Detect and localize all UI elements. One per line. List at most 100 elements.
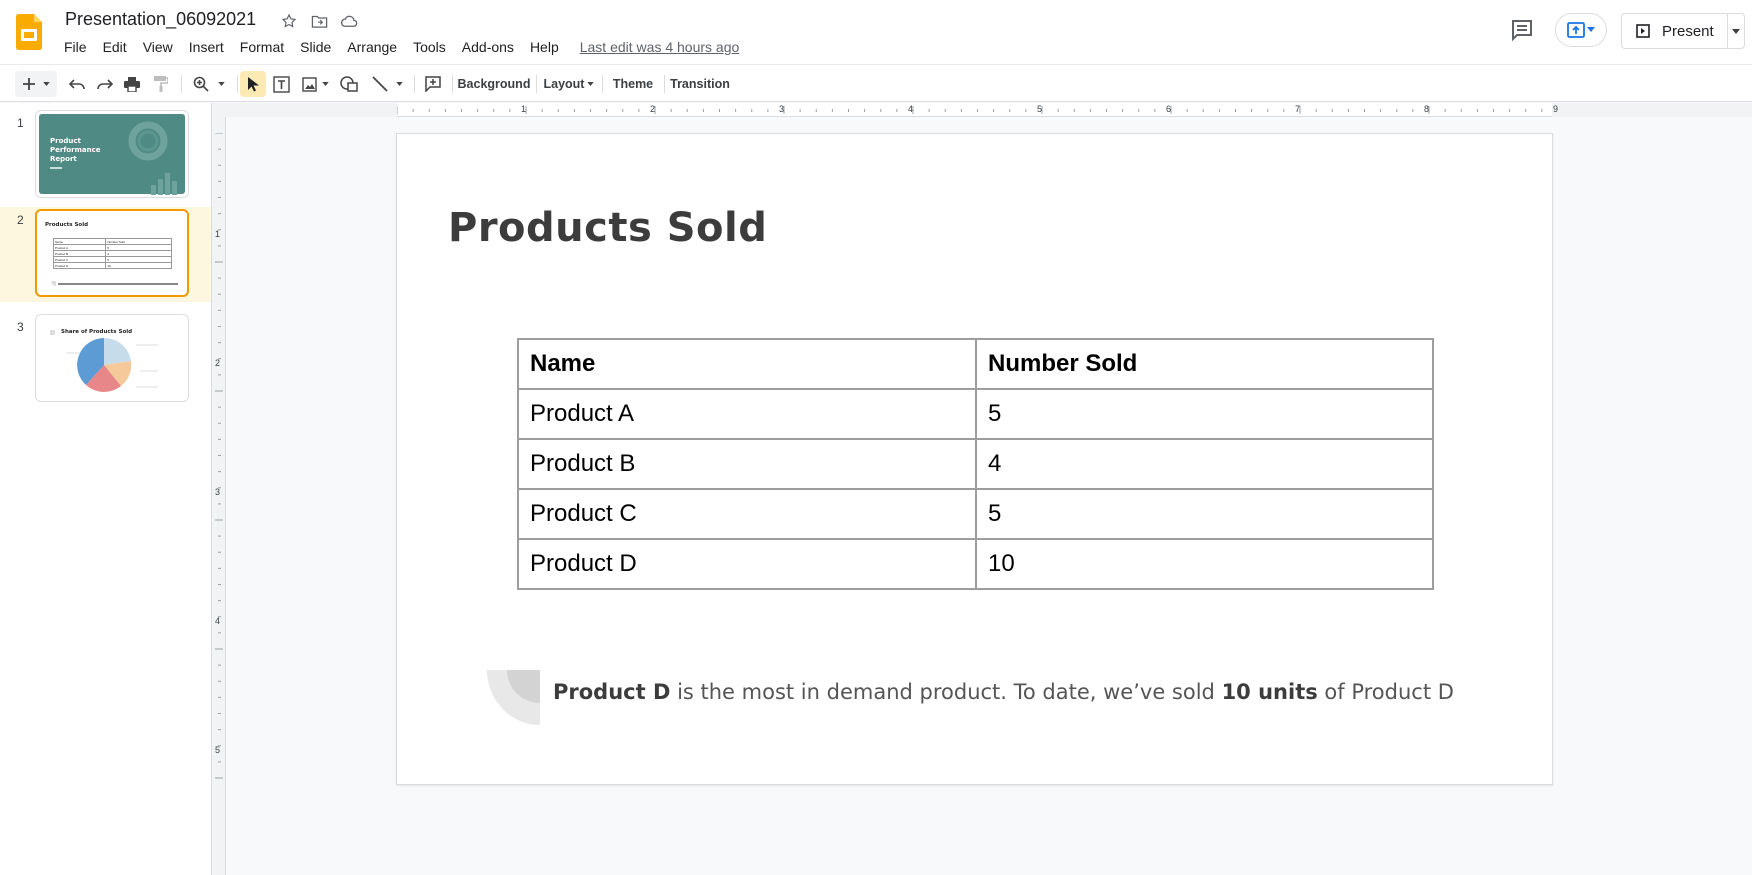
table-cell[interactable]: Product B	[517, 438, 977, 490]
table-cell[interactable]: 5	[975, 488, 1434, 540]
slide-title[interactable]: Products Sold	[448, 205, 767, 251]
filmstrip-slide-2[interactable]: 2 Products Sold Name Number Sold Product …	[0, 207, 211, 302]
slide-thumbnail[interactable]: Share of Products Sold	[35, 314, 189, 402]
star-icon[interactable]	[279, 11, 299, 31]
callout-bold-product: Product D	[553, 680, 671, 704]
ruler-label: 9	[1553, 104, 1559, 114]
chevron-down-icon	[395, 82, 403, 86]
slide-thumbnail[interactable]: Product Performance Report	[35, 110, 189, 198]
select-tool-icon[interactable]	[240, 71, 266, 97]
table-cell[interactable]: Product C	[517, 488, 977, 540]
image-icon	[301, 76, 317, 92]
zoom-button[interactable]	[189, 71, 229, 97]
menu-slide[interactable]: Slide	[292, 38, 339, 56]
callout-plain: of Product D	[1317, 680, 1454, 704]
zoom-icon	[193, 76, 209, 92]
cloud-saved-icon[interactable]	[339, 11, 359, 31]
slide-filmstrip: 1 Product Performance Report 2 Products …	[0, 103, 212, 875]
thumbnail-title-shape	[50, 330, 55, 335]
chevron-down-icon	[321, 82, 329, 86]
products-table[interactable]: Name Number Sold Product A 5 Product B 4…	[517, 338, 1434, 590]
share-upload-icon	[1567, 22, 1585, 38]
move-folder-icon[interactable]	[309, 11, 329, 31]
text-box-icon[interactable]	[270, 71, 292, 97]
redo-icon[interactable]	[94, 71, 116, 97]
slide-editor[interactable]: 1 2 3 4 5 6 7 8 9 1 2 3 4 5 Products Sol…	[212, 103, 1752, 875]
new-slide-button[interactable]	[15, 71, 57, 97]
menu-tools[interactable]: Tools	[405, 38, 454, 56]
callout-bold-units: 10 units	[1221, 680, 1318, 704]
plus-icon	[22, 78, 35, 90]
ruler-label: 4	[215, 616, 221, 626]
table-header-cell[interactable]: Name	[517, 338, 977, 390]
table-row: Product B 4	[517, 438, 1434, 490]
document-title[interactable]: Presentation_06092021	[65, 9, 256, 30]
table-row: Product A 5	[517, 388, 1434, 440]
menu-edit[interactable]: Edit	[95, 38, 135, 56]
slide-number: 3	[17, 320, 24, 334]
comments-icon[interactable]	[1509, 18, 1535, 42]
thumbnail-callout-shape	[51, 281, 56, 286]
toolbar: Background Layout Theme Transition	[0, 64, 1752, 102]
ruler-label: 2	[215, 358, 221, 368]
table-header-cell[interactable]: Number Sold	[975, 338, 1434, 390]
ruler-label: 5	[1037, 104, 1043, 114]
ruler-label: 2	[650, 104, 656, 114]
menu-arrange[interactable]: Arrange	[339, 38, 405, 56]
present-main-button[interactable]: Present	[1622, 14, 1728, 48]
undo-icon[interactable]	[66, 71, 88, 97]
add-comment-icon[interactable]	[422, 71, 444, 97]
chevron-down-icon	[218, 82, 225, 86]
present-button[interactable]: Present	[1621, 13, 1745, 49]
slide-canvas[interactable]: Products Sold Name Number Sold Product A…	[396, 133, 1553, 785]
ruler-label: 7	[1295, 104, 1301, 114]
ruler-label: 6	[1166, 104, 1172, 114]
share-button[interactable]	[1555, 13, 1607, 47]
menu-format[interactable]: Format	[232, 38, 292, 56]
menu-addons[interactable]: Add-ons	[454, 38, 522, 56]
thumbnail-title: Product Performance Report	[50, 137, 101, 163]
menu-file[interactable]: File	[56, 38, 95, 56]
filmstrip-slide-3[interactable]: 3 Share of Products Sold	[0, 314, 211, 406]
thumbnail-pie-chart	[66, 337, 158, 392]
paint-format-icon[interactable]	[150, 71, 172, 97]
thumb-cell: 10	[105, 262, 172, 269]
ruler-label: 3	[779, 104, 785, 114]
background-button[interactable]: Background	[458, 71, 531, 97]
theme-button[interactable]: Theme	[608, 71, 658, 97]
transition-button[interactable]: Transition	[669, 71, 731, 97]
table-cell[interactable]: 4	[975, 438, 1434, 490]
ruler-label: 1	[521, 104, 527, 114]
table-cell[interactable]: Product D	[517, 538, 977, 590]
callout-text[interactable]: Product D is the most in demand product.…	[553, 680, 1454, 704]
layout-button[interactable]: Layout	[542, 71, 596, 97]
table-cell[interactable]: 5	[975, 388, 1434, 440]
horizontal-ruler[interactable]: 1 2 3 4 5 6 7 8 9	[212, 103, 1752, 117]
table-cell[interactable]: Product A	[517, 388, 977, 440]
chevron-down-icon	[587, 82, 595, 86]
menu-insert[interactable]: Insert	[181, 38, 232, 56]
ruler-label: 3	[215, 487, 221, 497]
line-tool-button[interactable]	[368, 71, 406, 97]
menu-view[interactable]: View	[135, 38, 181, 56]
filmstrip-slide-1[interactable]: 1 Product Performance Report	[0, 110, 211, 202]
callout-quarter-circle-shape[interactable]	[487, 670, 540, 725]
line-icon	[371, 76, 388, 92]
app-header: Presentation_06092021 File Edit View Ins…	[0, 0, 1752, 64]
table-header-row: Name Number Sold	[517, 338, 1434, 390]
table-cell[interactable]: 10	[975, 538, 1434, 590]
present-label: Present	[1662, 22, 1714, 40]
insert-image-button[interactable]	[300, 71, 330, 97]
menu-help[interactable]: Help	[522, 38, 567, 56]
thumbnail-subtitle	[50, 167, 62, 169]
chevron-down-icon	[42, 82, 50, 86]
slides-logo-icon[interactable]	[16, 14, 42, 50]
vertical-ruler[interactable]: 1 2 3 4 5	[212, 117, 226, 875]
chevron-down-icon	[1732, 28, 1740, 34]
last-edit-link[interactable]: Last edit was 4 hours ago	[580, 39, 740, 55]
shape-icon[interactable]	[338, 71, 360, 97]
present-dropdown[interactable]	[1728, 28, 1744, 34]
bar-graphic	[151, 173, 177, 195]
slide-thumbnail[interactable]: Products Sold Name Number Sold Product A5…	[35, 209, 189, 297]
print-icon[interactable]	[121, 71, 143, 97]
